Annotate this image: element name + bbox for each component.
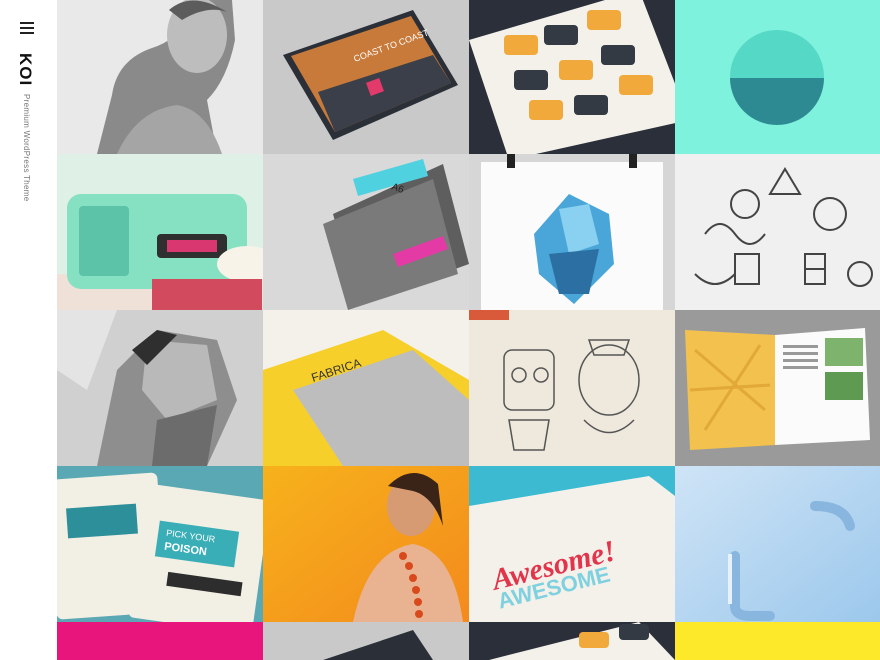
portfolio-item-retro-radio[interactable] — [57, 154, 263, 310]
portfolio-grid: COAST TO COAST A6 FABRICA PICK YOUR POIS… — [57, 0, 880, 660]
portfolio-item-fabrica-book[interactable]: FABRICA — [263, 310, 469, 466]
portfolio-item-pink-block[interactable] — [57, 622, 263, 660]
portfolio-item-magazine-map[interactable] — [675, 310, 880, 466]
site-tagline: Premium WordPress Theme — [22, 94, 31, 202]
portfolio-item-hi-stickers[interactable] — [469, 0, 675, 154]
portfolio-item-logo-sketches[interactable] — [675, 154, 880, 310]
hamburger-icon[interactable] — [20, 22, 34, 34]
portfolio-item-sea-circle[interactable] — [675, 0, 880, 154]
portfolio-item-yellow-block[interactable] — [675, 622, 880, 660]
portfolio-item-tablet-repeat[interactable] — [263, 622, 469, 660]
site-logo[interactable]: KOI — [15, 53, 35, 86]
portfolio-item-portrait-man[interactable] — [57, 0, 263, 154]
portfolio-item-stickers-repeat[interactable] — [469, 622, 675, 660]
sidebar: KOI Premium WordPress Theme — [0, 0, 57, 660]
portfolio-item-awesome-typography[interactable]: Awesome! AWESOME — [469, 466, 675, 622]
portfolio-item-notebooks[interactable]: A6 — [263, 154, 469, 310]
portfolio-item-coast-to-coast-tablet[interactable]: COAST TO COAST — [263, 0, 469, 154]
portfolio-item-woman-necklace[interactable] — [263, 466, 469, 622]
portfolio-item-poison-coasters[interactable]: PICK YOUR POISON — [57, 466, 263, 622]
portfolio-item-robot-sketch[interactable] — [469, 310, 675, 466]
portfolio-item-lowpoly-poster[interactable] — [469, 154, 675, 310]
portfolio-item-lowpoly-man[interactable] — [57, 310, 263, 466]
portfolio-item-embossed-letters[interactable] — [675, 466, 880, 622]
